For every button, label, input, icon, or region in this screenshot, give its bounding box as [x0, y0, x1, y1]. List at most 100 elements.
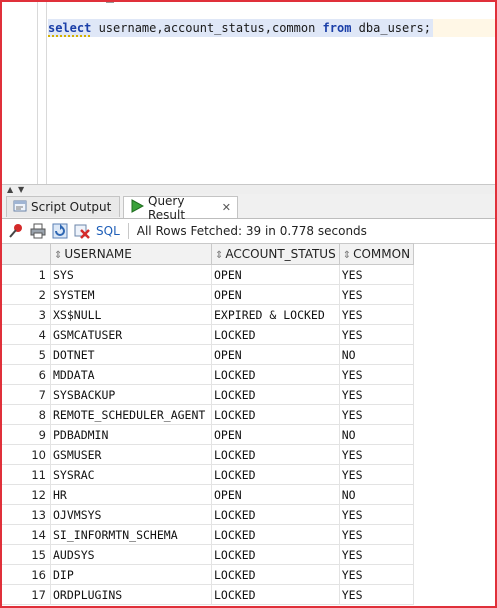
table-row[interactable]: 17 ORDPLUGINS LOCKED YES: [2, 584, 415, 605]
query-result-grid[interactable]: ⇕ USERNAME ⇕ ACCOUNT_STATUS ⇕ COMMON 1 SYS OP…: [2, 243, 495, 606]
cell-username[interactable]: AUDSYS: [50, 544, 212, 565]
cell-common[interactable]: YES: [338, 384, 415, 405]
row-number: 10: [2, 444, 51, 465]
cell-account-status[interactable]: OPEN: [211, 264, 340, 285]
cell-account-status[interactable]: LOCKED: [211, 404, 340, 425]
row-number: 11: [2, 464, 51, 485]
result-rows: 1 SYS OPEN YES 2 SYSTEM OPEN YES 3 XS$NULL EXPIRED…: [2, 264, 415, 605]
cell-common[interactable]: YES: [338, 584, 415, 605]
cell-account-status[interactable]: LOCKED: [211, 384, 340, 405]
cell-username[interactable]: REMOTE_SCHEDULER_AGENT: [50, 404, 212, 425]
cell-username[interactable]: OJVMSYS: [50, 504, 212, 525]
cell-account-status[interactable]: OPEN: [211, 484, 340, 505]
table-row[interactable]: 4 GSMCATUSER LOCKED YES: [2, 324, 415, 345]
row-number: 3: [2, 304, 51, 325]
cell-account-status[interactable]: LOCKED: [211, 584, 340, 605]
results-toolbar: SQL All Rows Fetched: 39 in 0.778 second…: [2, 219, 495, 244]
cell-account-status[interactable]: OPEN: [211, 424, 340, 445]
header-row: ⇕ USERNAME ⇕ ACCOUNT_STATUS ⇕ COMMON: [2, 243, 415, 265]
cell-username[interactable]: GSMCATUSER: [50, 324, 212, 345]
cell-common[interactable]: YES: [338, 504, 415, 525]
table-row[interactable]: 3 XS$NULL EXPIRED & LOCKED YES: [2, 304, 415, 325]
row-number: 9: [2, 424, 51, 445]
cell-username[interactable]: SYSBACKUP: [50, 384, 212, 405]
collapse-down-icon[interactable]: ▼: [18, 186, 24, 194]
cell-common[interactable]: NO: [338, 344, 415, 365]
row-number: 4: [2, 324, 51, 345]
toolbar-divider: [127, 223, 129, 239]
cell-account-status[interactable]: LOCKED: [211, 324, 340, 345]
sql-button[interactable]: SQL: [96, 224, 120, 238]
table-row[interactable]: 1 SYS OPEN YES: [2, 264, 415, 285]
results-tab-bar: Script Output Query Result ✕: [2, 194, 495, 222]
cell-username[interactable]: HR: [50, 484, 212, 505]
pin-icon[interactable]: [8, 223, 24, 239]
cell-common[interactable]: YES: [338, 444, 415, 465]
column-header-account-status[interactable]: ⇕ ACCOUNT_STATUS: [211, 243, 340, 265]
cell-username[interactable]: SI_INFORMTN_SCHEMA: [50, 524, 212, 545]
cell-account-status[interactable]: LOCKED: [211, 504, 340, 525]
table-row[interactable]: 15 AUDSYS LOCKED YES: [2, 544, 415, 565]
cell-common[interactable]: YES: [338, 264, 415, 285]
table-row[interactable]: 9 PDBADMIN OPEN NO: [2, 424, 415, 445]
cell-common[interactable]: YES: [338, 364, 415, 385]
cell-account-status[interactable]: LOCKED: [211, 444, 340, 465]
cell-username[interactable]: SYSTEM: [50, 284, 212, 305]
cell-common[interactable]: YES: [338, 464, 415, 485]
table-row[interactable]: 11 SYSRAC LOCKED YES: [2, 464, 415, 485]
cell-common[interactable]: YES: [338, 564, 415, 585]
row-number: 5: [2, 344, 51, 365]
table-row[interactable]: 7 SYSBACKUP LOCKED YES: [2, 384, 415, 405]
cell-account-status[interactable]: LOCKED: [211, 464, 340, 485]
cell-username[interactable]: SYS: [50, 264, 212, 285]
tab-query-result[interactable]: Query Result ✕: [123, 194, 238, 222]
row-number: 1: [2, 264, 51, 285]
cell-username[interactable]: PDBADMIN: [50, 424, 212, 445]
cell-common[interactable]: YES: [338, 284, 415, 305]
cell-common[interactable]: NO: [338, 484, 415, 505]
cell-account-status[interactable]: OPEN: [211, 344, 340, 365]
table-row[interactable]: 2 SYSTEM OPEN YES: [2, 284, 415, 305]
cell-username[interactable]: DOTNET: [50, 344, 212, 365]
row-number: 2: [2, 284, 51, 305]
cell-account-status[interactable]: LOCKED: [211, 524, 340, 545]
close-icon[interactable]: ✕: [222, 201, 231, 214]
refresh-icon[interactable]: [52, 223, 68, 239]
table-row[interactable]: 5 DOTNET OPEN NO: [2, 344, 415, 365]
sql-worksheet-editor[interactable]: select username,account_status,common fr…: [2, 2, 495, 184]
cell-account-status[interactable]: LOCKED: [211, 544, 340, 565]
print-icon[interactable]: [30, 223, 46, 239]
cell-account-status[interactable]: OPEN: [211, 284, 340, 305]
cell-common[interactable]: NO: [338, 424, 415, 445]
cell-account-status[interactable]: LOCKED: [211, 364, 340, 385]
table-row[interactable]: 14 SI_INFORMTN_SCHEMA LOCKED YES: [2, 524, 415, 545]
cell-username[interactable]: MDDATA: [50, 364, 212, 385]
table-row[interactable]: 16 DIP LOCKED YES: [2, 564, 415, 585]
cell-common[interactable]: YES: [338, 544, 415, 565]
cell-username[interactable]: ORDPLUGINS: [50, 584, 212, 605]
tab-script-output[interactable]: Script Output: [6, 196, 120, 217]
tab-label: Script Output: [31, 200, 112, 214]
cell-username[interactable]: GSMUSER: [50, 444, 212, 465]
cell-username[interactable]: SYSRAC: [50, 464, 212, 485]
table-row[interactable]: 6 MDDATA LOCKED YES: [2, 364, 415, 385]
cell-common[interactable]: YES: [338, 404, 415, 425]
table-row[interactable]: 8 REMOTE_SCHEDULER_AGENT LOCKED YES: [2, 404, 415, 425]
table-row[interactable]: 10 GSMUSER LOCKED YES: [2, 444, 415, 465]
sql-statement-line[interactable]: select username,account_status,common fr…: [48, 19, 433, 37]
table-row[interactable]: 13 OJVMSYS LOCKED YES: [2, 504, 415, 525]
cell-common[interactable]: YES: [338, 524, 415, 545]
cell-account-status[interactable]: EXPIRED & LOCKED: [211, 304, 340, 325]
cell-common[interactable]: YES: [338, 324, 415, 345]
cell-account-status[interactable]: LOCKED: [211, 564, 340, 585]
cancel-query-icon[interactable]: [74, 223, 90, 239]
collapse-up-icon[interactable]: ▲: [7, 186, 13, 194]
table-row[interactable]: 12 HR OPEN NO: [2, 484, 415, 505]
column-header-username[interactable]: ⇕ USERNAME: [50, 243, 212, 265]
column-header-common[interactable]: ⇕ COMMON: [338, 243, 415, 265]
sql-keyword-from: from: [322, 21, 352, 35]
cell-username[interactable]: DIP: [50, 564, 212, 585]
cell-common[interactable]: YES: [338, 304, 415, 325]
cell-username[interactable]: XS$NULL: [50, 304, 212, 325]
script-output-icon: [13, 199, 27, 216]
